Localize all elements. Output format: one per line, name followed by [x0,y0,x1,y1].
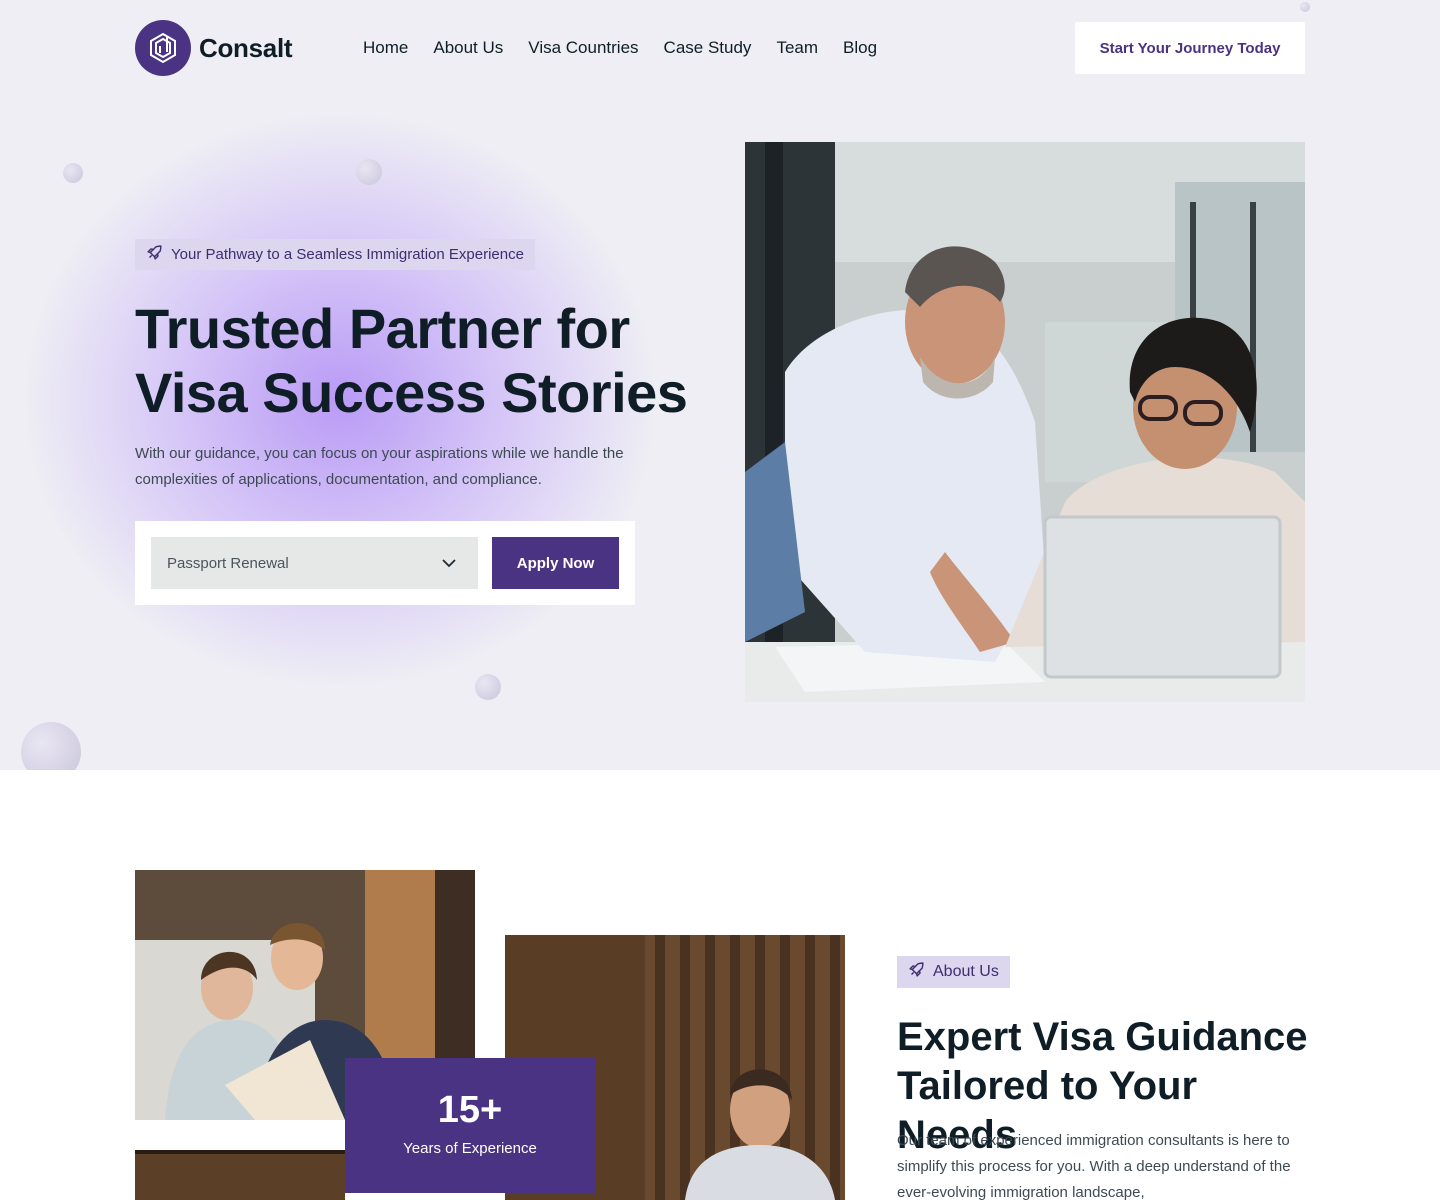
hero-title-line2: Visa Success Stories [135,361,688,424]
navbar: Consalt Home About Us Visa Countries Cas… [135,20,1305,76]
nav-case-study[interactable]: Case Study [664,38,752,58]
about-title-line1: Expert Visa Guidance [897,1015,1308,1059]
apply-now-button[interactable]: Apply Now [492,537,619,589]
nav-blog[interactable]: Blog [843,38,877,58]
hero-badge: Your Pathway to a Seamless Immigration E… [135,239,535,270]
about-description: Our team of experienced immigration cons… [897,1132,1291,1200]
hero-badge-text: Your Pathway to a Seamless Immigration E… [171,246,524,263]
about-image-3 [135,1150,345,1200]
experience-stat-label: Years of Experience [403,1140,537,1157]
hero-title-line1: Trusted Partner for [135,297,630,360]
nav-visa-countries[interactable]: Visa Countries [528,38,638,58]
rocket-icon [146,244,163,265]
service-select[interactable]: Passport Renewal [151,537,478,589]
main-menu: Home About Us Visa Countries Case Study … [363,38,902,58]
nav-team[interactable]: Team [776,38,818,58]
decor-dot [1300,2,1310,12]
decor-dot [475,674,501,700]
start-journey-button[interactable]: Start Your Journey Today [1075,22,1305,74]
hero-description: With our guidance, you can focus on your… [135,445,624,488]
hero-image [745,142,1305,702]
nav-about-us[interactable]: About Us [433,38,503,58]
decor-dot [63,163,83,183]
logo-icon [135,20,191,76]
nav-home[interactable]: Home [363,38,408,58]
hero-title: Trusted Partner for Visa Success Stories [135,297,695,425]
chevron-down-icon [440,554,458,576]
experience-stat-number: 15+ [437,1089,503,1131]
logo[interactable]: Consalt [135,20,293,76]
decor-dot [356,159,382,185]
apply-form: Passport Renewal Apply Now [135,521,635,605]
rocket-icon [908,961,925,983]
about-badge: About Us [897,956,1010,988]
experience-stat-card: 15+ Years of Experience [345,1058,595,1193]
service-select-value: Passport Renewal [167,554,289,572]
decor-dot [21,722,81,770]
logo-text: Consalt [199,32,293,63]
about-badge-text: About Us [933,963,999,980]
hero-section: Consalt Home About Us Visa Countries Cas… [0,0,1440,770]
